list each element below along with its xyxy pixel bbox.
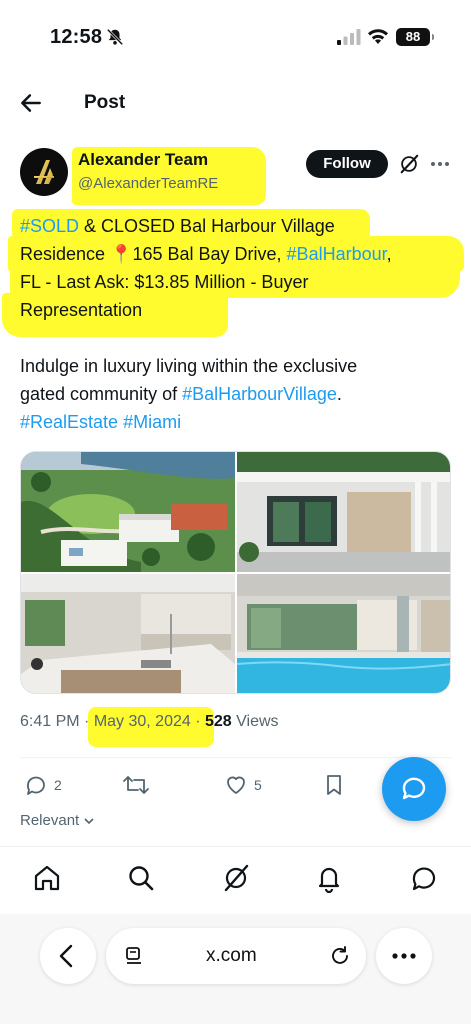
- back-arrow-icon[interactable]: [18, 90, 44, 116]
- bookmark-icon: [327, 775, 341, 795]
- post-author: Alexander Team @AlexanderTeamRE Follow: [0, 142, 471, 205]
- reply-icon: [27, 776, 45, 795]
- browser-menu-button[interactable]: [376, 928, 432, 984]
- follow-button[interactable]: Follow: [306, 150, 388, 178]
- top-header: Post: [0, 82, 471, 126]
- post-text-span: ,: [386, 244, 392, 264]
- home-icon[interactable]: [32, 863, 62, 893]
- wifi-icon: [368, 29, 388, 44]
- reply-button[interactable]: 2: [24, 772, 62, 798]
- views-label: Views: [231, 713, 279, 730]
- chevron-left-icon: [59, 944, 73, 968]
- page-title: Post: [84, 92, 126, 113]
- search-icon[interactable]: [126, 863, 156, 893]
- repost-button[interactable]: [122, 772, 150, 798]
- chevron-down-icon: [84, 818, 94, 825]
- reply-count: 2: [54, 777, 62, 793]
- post-text-span: .: [336, 384, 342, 404]
- battery-indicator: 88: [396, 28, 434, 46]
- media-photo-exterior[interactable]: [237, 452, 450, 572]
- author-name[interactable]: Alexander Team: [78, 150, 208, 170]
- address-bar[interactable]: x.com: [106, 928, 366, 984]
- grok-icon[interactable]: [398, 153, 420, 175]
- status-time: 12:58: [50, 26, 103, 48]
- url-text: x.com: [206, 945, 257, 966]
- like-count: 5: [254, 777, 262, 793]
- post-line: FL - Last Ask: $13.85 Million - Buyer: [20, 272, 309, 292]
- post-line: gated community of #BalHarbourVillage.: [20, 380, 460, 408]
- reload-icon[interactable]: [328, 944, 352, 968]
- post-line: Indulge in luxury living within the excl…: [20, 356, 358, 376]
- browser-back-button[interactable]: [40, 928, 96, 984]
- chat-bubble-icon: [402, 777, 426, 800]
- messages-icon[interactable]: [409, 863, 439, 893]
- hashtag-balharbourvillage[interactable]: #BalHarbourVillage: [182, 384, 337, 404]
- media-photo-pool[interactable]: [237, 574, 450, 693]
- hashtag-sold[interactable]: #SOLD: [20, 216, 79, 236]
- media-grid: [20, 451, 451, 694]
- hashtag-miami[interactable]: #Miami: [123, 412, 181, 432]
- meta-separator: ·: [190, 713, 205, 730]
- sort-label: Relevant: [20, 812, 80, 829]
- post-text-span: gated community of: [20, 384, 183, 404]
- hashtag-balharbour[interactable]: #BalHarbour: [287, 244, 387, 264]
- bell-muted-icon: [106, 28, 124, 46]
- post-line: Representation: [20, 300, 143, 320]
- alexander-team-logo-icon: [34, 160, 54, 184]
- post-date: May 30, 2024: [93, 713, 191, 730]
- sort-replies-dropdown[interactable]: Relevant: [20, 812, 95, 829]
- post-text-span: Residence 📍165 Bal Bay Drive,: [20, 244, 287, 264]
- views-count: 528: [204, 713, 232, 730]
- repost-icon: [123, 776, 149, 794]
- cellular-signal-icon: [337, 29, 361, 45]
- reader-mode-icon[interactable]: [122, 944, 146, 968]
- compose-reply-button[interactable]: [382, 757, 446, 821]
- author-handle[interactable]: @AlexanderTeamRE: [78, 175, 218, 192]
- avatar[interactable]: [20, 148, 68, 196]
- bookmark-button[interactable]: [323, 772, 345, 798]
- heart-icon: [227, 776, 245, 794]
- like-button[interactable]: 5: [224, 772, 262, 798]
- post-body-paragraph: Indulge in luxury living within the excl…: [20, 352, 460, 436]
- bottom-tab-bar: [0, 846, 471, 914]
- post-text-span: & CLOSED Bal Harbour Village: [79, 216, 335, 236]
- more-options-icon: [392, 953, 416, 959]
- post-line: #SOLD & CLOSED Bal Harbour Village: [20, 212, 460, 240]
- grok-icon[interactable]: [221, 863, 251, 893]
- more-options-icon[interactable]: [430, 154, 450, 174]
- notifications-bell-icon[interactable]: [314, 863, 344, 893]
- media-photo-kitchen[interactable]: [21, 574, 235, 693]
- post-meta: 6:41 PM · May 30, 2024 · 528 Views: [20, 713, 279, 731]
- post-time: 6:41 PM: [20, 713, 80, 730]
- hashtag-realestate[interactable]: #RealEstate: [20, 412, 118, 432]
- meta-separator: ·: [79, 713, 94, 730]
- media-photo-aerial[interactable]: [21, 452, 235, 572]
- post-line: Residence 📍165 Bal Bay Drive, #BalHarbou…: [20, 240, 460, 268]
- status-bar: 12:58 88: [0, 0, 471, 70]
- post-body: #SOLD & CLOSED Bal Harbour Village Resid…: [20, 212, 460, 324]
- post-line: #RealEstate #Miami: [20, 408, 460, 436]
- browser-toolbar: x.com: [0, 914, 471, 1024]
